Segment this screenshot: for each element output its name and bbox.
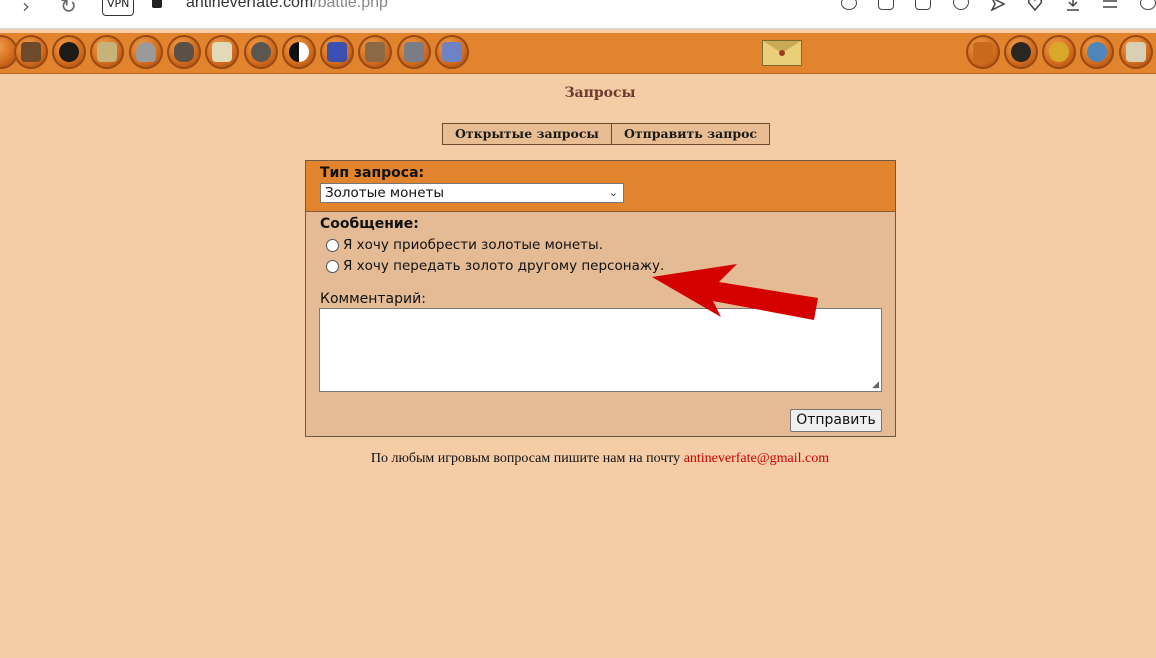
- red-arrow-annotation: [652, 264, 818, 320]
- arrow-shape: [652, 264, 818, 320]
